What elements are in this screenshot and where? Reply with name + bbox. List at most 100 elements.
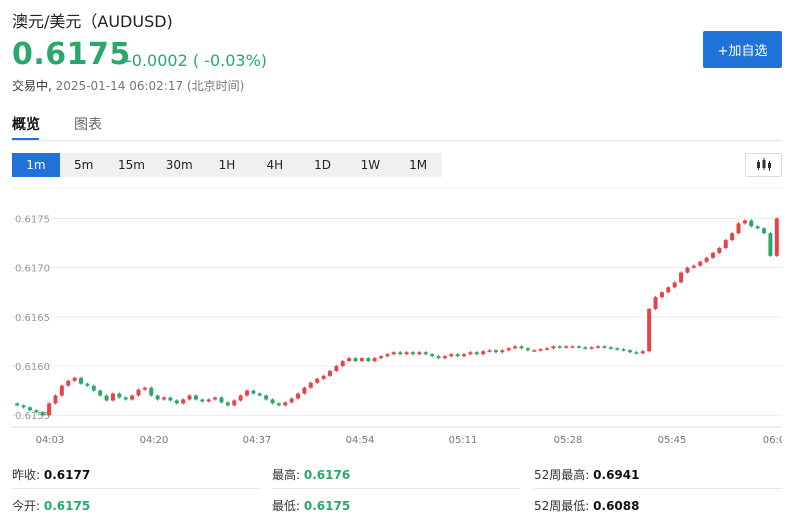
candle [519, 346, 524, 349]
candle [53, 395, 58, 404]
x-tick-label: 05:11 [449, 435, 478, 446]
stat-open: 今开: 0.6175 [12, 497, 90, 514]
candle [225, 402, 230, 406]
x-tick-label: 04:54 [346, 435, 375, 446]
candle [500, 350, 505, 353]
candle [15, 403, 20, 406]
period-1d[interactable]: 1D [299, 153, 347, 177]
x-tick-label: 04:37 [243, 435, 272, 446]
candle [755, 226, 760, 229]
candle [398, 352, 403, 355]
candle [621, 349, 626, 351]
stat-52w-high: 52周最高: 0.6941 [534, 466, 639, 483]
stat-high: 最高: 0.6176 [272, 466, 350, 483]
candle [136, 389, 141, 396]
candle [289, 398, 294, 403]
current-price: 0.6175 [12, 37, 131, 72]
candle [710, 252, 715, 258]
candle [359, 358, 364, 362]
tab-chart[interactable]: 图表 [74, 114, 102, 134]
candle [685, 267, 690, 273]
y-tick-label: 0.6160 [15, 362, 50, 373]
add-to-watchlist-button[interactable]: +加自选 [703, 31, 782, 68]
candle [379, 356, 384, 359]
status-label: 交易中, [12, 79, 52, 93]
candle [423, 352, 428, 355]
chart-type-button[interactable] [745, 153, 782, 177]
candle [302, 387, 307, 394]
period-1w[interactable]: 1W [346, 153, 394, 177]
candlestick-chart[interactable]: 0.6175 0.6170 0.6165 0.6160 0.6155 04:03 04:20… [12, 187, 785, 448]
period-1h[interactable]: 1H [203, 153, 251, 177]
candle [487, 350, 492, 352]
period-15m[interactable]: 15m [108, 153, 156, 177]
period-30m[interactable]: 30m [155, 153, 203, 177]
candle [525, 348, 530, 351]
stat-prev-close-label: 昨收: [12, 468, 41, 482]
period-selector: 1m 5m 15m 30m 1H 4H 1D 1W 1M [12, 153, 442, 177]
candle [142, 387, 147, 390]
stat-low-label: 最低: [272, 499, 301, 513]
candle [653, 297, 658, 309]
candle [647, 308, 652, 352]
candle [296, 393, 301, 399]
candle [347, 358, 352, 362]
stat-high-value: 0.6176 [303, 468, 351, 482]
candle [66, 380, 71, 386]
tab-overview[interactable]: 概览 [12, 114, 40, 134]
candle [27, 407, 32, 411]
candle [723, 240, 728, 248]
candle [340, 361, 345, 367]
candle [308, 382, 313, 388]
candle [257, 393, 262, 396]
candlestick-icon [756, 158, 771, 171]
candle [742, 220, 747, 224]
period-4h[interactable]: 4H [251, 153, 299, 177]
candle [174, 400, 179, 404]
candle [187, 395, 192, 400]
period-1m[interactable]: 1m [12, 153, 60, 177]
candle [532, 350, 537, 352]
candle [72, 377, 77, 381]
candle [34, 410, 39, 413]
candle [270, 399, 275, 404]
candle [557, 346, 562, 348]
candle [391, 352, 396, 355]
chart-svg: 0.6175 0.6170 0.6165 0.6160 0.6155 04:03 04:20… [12, 187, 785, 446]
y-tick-label: 0.6165 [15, 313, 50, 324]
stat-prev-close-value: 0.6177 [43, 468, 91, 482]
stat-divider [534, 488, 782, 489]
candle [168, 397, 173, 401]
x-tick-label: 05:28 [554, 435, 583, 446]
stat-open-label: 今开: [12, 499, 41, 513]
candle [353, 358, 358, 362]
candle [679, 272, 684, 283]
candle [455, 354, 460, 357]
candle [602, 346, 607, 348]
candle [468, 352, 473, 355]
candle [200, 399, 205, 402]
candle [462, 354, 467, 357]
period-5m[interactable]: 5m [60, 153, 108, 177]
candle [576, 346, 581, 348]
y-tick-label: 0.6170 [15, 264, 50, 275]
period-1mo[interactable]: 1M [394, 153, 442, 177]
candle [193, 395, 198, 400]
candle [704, 257, 709, 262]
candle [538, 349, 543, 351]
candle [513, 346, 518, 349]
status-timestamp: 2025-01-14 06:02:17 (北京时间) [55, 79, 245, 93]
candle [251, 390, 256, 394]
candle [130, 395, 135, 400]
candle [564, 346, 569, 348]
candle [659, 292, 664, 298]
candle [698, 261, 703, 266]
stat-open-value: 0.6175 [43, 499, 91, 513]
stat-52w-low-value: 0.6088 [593, 499, 640, 513]
stat-52w-high-value: 0.6941 [593, 468, 640, 482]
candle [104, 395, 109, 401]
candle [181, 399, 186, 404]
candle [749, 220, 754, 227]
candle [40, 412, 45, 416]
stat-52w-low-label: 52周最低: [534, 499, 590, 513]
